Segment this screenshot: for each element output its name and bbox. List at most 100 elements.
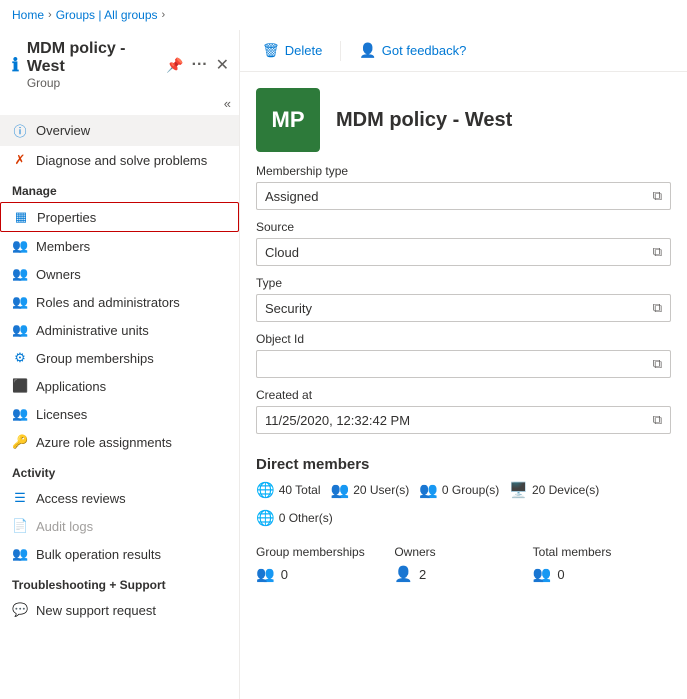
page-header: MP MDM policy - West — [240, 72, 687, 164]
member-stat-icon-3: 🖥️ — [509, 481, 528, 499]
nav-label-1: Diagnose and solve problems — [36, 153, 207, 168]
nav-label-12: Audit logs — [36, 519, 93, 534]
nav-icon-4: 👥 — [12, 266, 28, 282]
sidebar-item-roles-and-administrators[interactable]: 👥 Roles and administrators — [0, 288, 239, 316]
nav-label-7: Group memberships — [36, 351, 154, 366]
feedback-icon: 👤 — [359, 42, 376, 59]
nav-icon-12: 📄 — [12, 518, 28, 534]
field-label-2: Type — [256, 276, 671, 290]
delete-button[interactable]: 🗑 Delete — [256, 38, 328, 63]
breadcrumb-groups[interactable]: Groups | All groups — [56, 8, 158, 22]
breadcrumb: Home › Groups | All groups › — [0, 0, 687, 30]
field-group-2: Type Security ⧉ — [256, 276, 671, 322]
nav-label-11: Access reviews — [36, 491, 126, 506]
member-stat-icon-1: 👥 — [331, 481, 350, 499]
stat-icon-1: 👤 — [394, 565, 413, 583]
stat-cell-0: Group memberships 👥 0 — [256, 537, 394, 591]
member-stat-icon-4: 🌐 — [256, 509, 275, 527]
sidebar-item-members[interactable]: 👥Members — [0, 232, 239, 260]
feedback-button[interactable]: 👤 Got feedback? — [353, 38, 472, 63]
nav-icon-6: 👥 — [12, 322, 28, 338]
stat-cell-1: Owners👤2 — [394, 537, 532, 591]
sidebar-item-overview[interactable]: ⓘ Overview — [0, 115, 239, 146]
nav-icon-5: 👥 — [12, 294, 28, 310]
stat-val-2: 0 — [557, 567, 564, 582]
sidebar-section-activity: Activity — [0, 456, 239, 484]
stat-val-0: 0 — [281, 567, 288, 582]
stat-value-row-1: 👤2 — [394, 565, 532, 583]
nav-label-9: Licenses — [36, 407, 87, 422]
toolbar-divider — [340, 41, 341, 61]
member-stat-4: 🌐0 Other(s) — [256, 509, 333, 527]
breadcrumb-home[interactable]: Home — [12, 8, 44, 22]
sidebar-item-diagnose-and-solve-problems[interactable]: ✗ Diagnose and solve problems — [0, 146, 239, 174]
sidebar-header: ℹ MDM policy - West Group 📌 ··· ✕ — [0, 30, 239, 96]
nav-icon-1: ✗ — [12, 152, 28, 168]
sidebar-item-new-support-request[interactable]: 💬New support request — [0, 596, 239, 624]
sidebar-nav: ⓘ Overview ✗ Diagnose and solve problems Man… — [0, 115, 239, 624]
sidebar-item-bulk-operation-results[interactable]: 👥 Bulk operation results — [0, 540, 239, 568]
nav-icon-2: ▦ — [13, 209, 29, 225]
sidebar-item-audit-logs[interactable]: 📄 Audit logs — [0, 512, 239, 540]
more-icon[interactable]: ··· — [192, 56, 208, 74]
nav-label-2: Properties — [37, 210, 96, 225]
collapse-icon[interactable]: « — [224, 96, 231, 111]
form-area: Membership typeAssigned⧉SourceCloud⧉Type… — [240, 164, 687, 434]
sidebar-item-properties[interactable]: ▦ Properties — [0, 202, 239, 232]
stat-label-1: Owners — [394, 545, 532, 559]
field-label-1: Source — [256, 220, 671, 234]
page-title: MDM policy - West — [336, 109, 512, 132]
nav-icon-10: 🔑 — [12, 434, 28, 450]
copy-button-1[interactable]: ⧉ — [653, 244, 662, 260]
field-value-2: Security — [265, 301, 647, 316]
nav-label-4: Owners — [36, 267, 81, 282]
stat-label-0: Group memberships — [256, 545, 394, 559]
field-row-2: Security ⧉ — [256, 294, 671, 322]
stat-label-2: Total members — [533, 545, 671, 559]
stat-value-row-2: 👥0 — [533, 565, 671, 583]
field-row-0: Assigned ⧉ — [256, 182, 671, 210]
stat-val-1: 2 — [419, 567, 426, 582]
sidebar-item-owners[interactable]: 👥 Owners — [0, 260, 239, 288]
nav-label-13: Bulk operation results — [36, 547, 161, 562]
nav-icon-9: 👥 — [12, 406, 28, 422]
copy-button-3[interactable]: ⧉ — [653, 356, 662, 372]
member-stat-icon-2: 👥 — [419, 481, 438, 499]
delete-icon: 🗑 — [262, 42, 280, 59]
sidebar-section-manage: Manage — [0, 174, 239, 202]
field-value-0: Assigned — [265, 189, 647, 204]
nav-label-3: Members — [36, 239, 90, 254]
sidebar-item-group-memberships[interactable]: ⚙Group memberships — [0, 344, 239, 372]
toolbar: 🗑 Delete 👤 Got feedback? — [240, 30, 687, 72]
copy-button-4[interactable]: ⧉ — [653, 412, 662, 428]
close-button[interactable]: ✕ — [216, 55, 229, 75]
copy-button-0[interactable]: ⧉ — [653, 188, 662, 204]
field-group-4: Created at11/25/2020, 12:32:42 PM⧉ — [256, 388, 671, 434]
sidebar-item-azure-role-assignments[interactable]: 🔑 Azure role assignments — [0, 428, 239, 456]
nav-label-5: Roles and administrators — [36, 295, 180, 310]
nav-label-0: Overview — [36, 123, 90, 138]
sidebar: ℹ MDM policy - West Group 📌 ··· ✕ « ⓘ Ove… — [0, 30, 240, 699]
nav-icon-8: ⬛ — [12, 378, 28, 394]
copy-button-2[interactable]: ⧉ — [653, 300, 662, 316]
nav-label-10: Azure role assignments — [36, 435, 172, 450]
nav-icon-13: 👥 — [12, 546, 28, 562]
field-label-0: Membership type — [256, 164, 671, 178]
nav-icon-0: ⓘ — [12, 121, 28, 140]
info-icon: ℹ — [12, 55, 19, 76]
field-row-3: ⧉ — [256, 350, 671, 378]
stat-icon-2: 👥 — [533, 565, 552, 583]
nav-label-8: Applications — [36, 379, 106, 394]
stat-icon-0: 👥 — [256, 565, 275, 583]
sidebar-item-administrative-units[interactable]: 👥Administrative units — [0, 316, 239, 344]
stat-cell-2: Total members👥0 — [533, 537, 671, 591]
member-stat-icon-0: 🌐 — [256, 481, 275, 499]
nav-icon-14: 💬 — [12, 602, 28, 618]
sidebar-item-licenses[interactable]: 👥 Licenses — [0, 400, 239, 428]
member-stat-2: 👥0 Group(s) — [419, 481, 499, 499]
sidebar-item-access-reviews[interactable]: ☰Access reviews — [0, 484, 239, 512]
field-group-0: Membership type Assigned ⧉ — [256, 164, 671, 210]
sidebar-item-applications[interactable]: ⬛ Applications — [0, 372, 239, 400]
sidebar-title: MDM policy - West — [27, 40, 166, 76]
pin-icon[interactable]: 📌 — [166, 57, 183, 74]
